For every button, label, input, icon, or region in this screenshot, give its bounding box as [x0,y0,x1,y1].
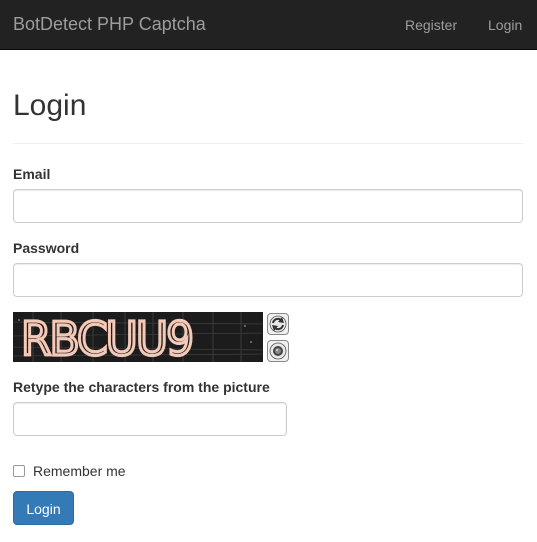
remember-me-label[interactable]: Remember me [33,463,126,479]
navbar: BotDetect PHP Captcha Register Login [0,0,537,50]
password-label: Password [13,240,80,256]
login-submit-button[interactable]: Login [13,491,74,525]
captcha-image: RBCUU9 [13,312,263,362]
speaker-icon [269,342,287,360]
captcha-input[interactable] [13,402,287,436]
title-divider [13,143,523,144]
nav-login-link[interactable]: Login [488,17,522,33]
password-input[interactable] [13,263,523,297]
email-label: Email [13,166,51,182]
reload-icon [269,315,287,333]
captcha-reload-button[interactable] [267,313,289,335]
page-title: Login [13,89,87,122]
captcha-sound-button[interactable] [267,340,289,362]
email-input[interactable] [13,189,523,223]
captcha-label: Retype the characters from the picture [13,379,270,395]
captcha-text: RBCUU9 [21,312,192,362]
brand-link[interactable]: BotDetect PHP Captcha [13,14,206,35]
remember-me-checkbox[interactable] [13,465,25,477]
nav-register-link[interactable]: Register [405,17,457,33]
